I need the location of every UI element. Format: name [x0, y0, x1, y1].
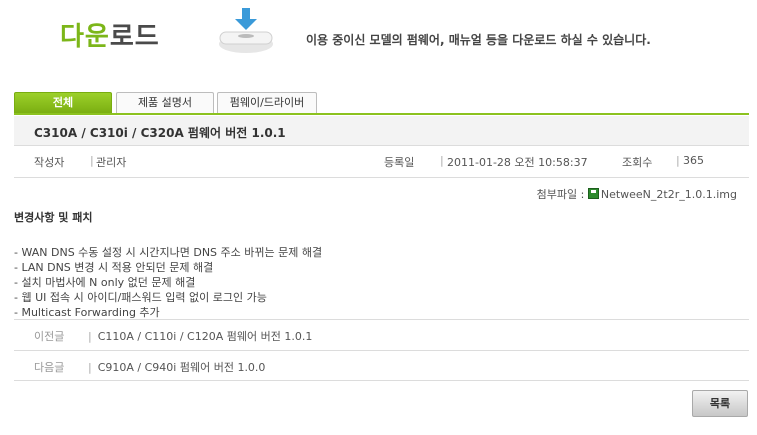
list-item: - Multicast Forwarding 추가: [14, 306, 160, 319]
floppy-disk-icon: [587, 188, 599, 199]
list-item: - LAN DNS 변경 시 적용 안되던 문제 해결: [14, 261, 214, 274]
prev-post-link[interactable]: C110A / C110i / C120A 펌웨어 버전 1.0.1: [98, 330, 313, 343]
prev-post-label: 이전글: [34, 330, 65, 343]
attachment-file-link[interactable]: NetweeN_2t2r_1.0.1.img: [601, 188, 737, 201]
attachment: 첨부파일 : NetweeN_2t2r_1.0.1.img: [537, 186, 737, 202]
tab-divider: [14, 113, 749, 115]
list-item: - WAN DNS 수동 설정 시 시간지나면 DNS 주소 바뀌는 문제 해결: [14, 246, 323, 259]
tab-all[interactable]: 전체: [14, 92, 112, 114]
next-post-row: 다음글 | C910A / C940i 펌웨어 버전 1.0.0: [14, 350, 749, 381]
logo-dark-text: 로드: [109, 21, 160, 51]
date-value: 2011-01-28 오전 10:58:37: [447, 156, 588, 169]
tab-manual[interactable]: 제품 설명서: [116, 92, 214, 114]
category-tabs: 전체 제품 설명서 펌웨이/드라이버: [14, 92, 749, 114]
author-value: 관리자: [96, 156, 127, 169]
views-value: 365: [683, 154, 704, 167]
page-header: 다운로드 이용 중이신 모델의 펌웨어, 매뉴얼 등을 다운로드 하실 수 있습…: [0, 0, 757, 80]
date-label: 등록일: [384, 156, 415, 169]
meta-separator: |: [676, 154, 680, 167]
nav-separator: |: [88, 330, 92, 343]
content-heading: 변경사항 및 패치: [14, 211, 93, 224]
views-label: 조회수: [622, 156, 653, 169]
list-item: - 웹 UI 접속 시 아이디/패스워드 입력 없이 로그인 가능: [14, 291, 267, 304]
download-icon: [219, 8, 273, 53]
tab-firmware-driver[interactable]: 펌웨이/드라이버: [217, 92, 317, 114]
changes-list: - WAN DNS 수동 설정 시 시간지나면 DNS 주소 바뀌는 문제 해결…: [14, 245, 749, 320]
post-content: 변경사항 및 패치 - WAN DNS 수동 설정 시 시간지나면 DNS 주소…: [14, 209, 749, 320]
attachment-label: 첨부파일 :: [536, 188, 585, 201]
next-post-value: | C910A / C940i 펌웨어 버전 1.0.0: [88, 359, 265, 375]
post-title: C310A / C310i / C320A 펌웨어 버전 1.0.1: [34, 126, 286, 140]
post-title-row: C310A / C310i / C320A 펌웨어 버전 1.0.1: [14, 116, 749, 146]
list-button[interactable]: 목록: [692, 390, 748, 417]
prev-post-row: 이전글 | C110A / C110i / C120A 펌웨어 버전 1.0.1: [14, 319, 749, 350]
meta-separator: |: [440, 154, 444, 167]
page-logo: 다운로드: [60, 16, 160, 53]
list-item: - 설치 마법사에 N only 없던 문제 해결: [14, 276, 196, 289]
nav-separator: |: [88, 361, 92, 374]
next-post-link[interactable]: C910A / C940i 펌웨어 버전 1.0.0: [98, 361, 266, 374]
author-label: 작성자: [34, 156, 65, 169]
meta-separator: |: [90, 154, 94, 167]
header-description: 이용 중이신 모델의 펌웨어, 매뉴얼 등을 다운로드 하실 수 있습니다.: [306, 33, 651, 47]
prev-post-value: | C110A / C110i / C120A 펌웨어 버전 1.0.1: [88, 328, 312, 344]
post-meta-row: 작성자 | 관리자 등록일 | 2011-01-28 오전 10:58:37 조…: [14, 146, 749, 178]
next-post-label: 다음글: [34, 361, 65, 374]
logo-green-text: 다운: [60, 21, 110, 51]
